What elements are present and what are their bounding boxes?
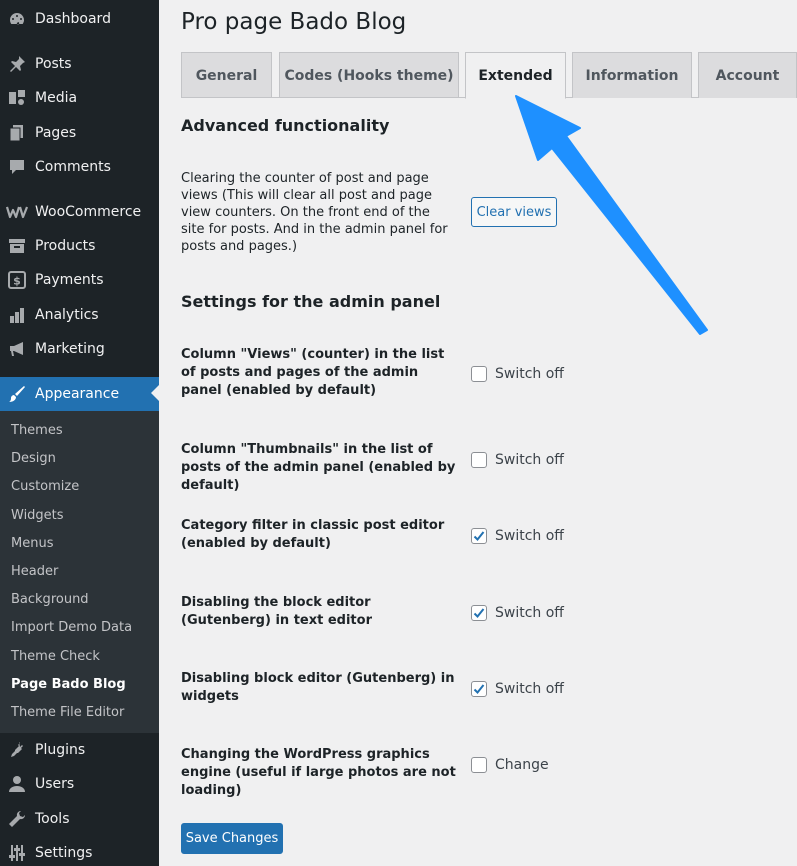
menu-item-marketing[interactable]: Marketing: [0, 332, 159, 366]
menu-item-label: Posts: [35, 56, 72, 72]
sliders-icon: [8, 844, 26, 862]
checkmark-icon: [473, 684, 485, 694]
bar-chart-icon: [8, 306, 26, 324]
option-thumbnails-column[interactable]: Switch off: [471, 451, 564, 469]
tab-codes[interactable]: Codes (Hooks theme): [279, 52, 459, 98]
pages-icon: [8, 124, 26, 142]
option-gutenberg-widgets[interactable]: Switch off: [471, 680, 564, 698]
checkbox-label: Switch off: [495, 528, 564, 544]
menu-item-label: Settings: [35, 845, 93, 861]
checkbox-label: Switch off: [495, 681, 564, 697]
checkbox[interactable]: [471, 681, 487, 697]
menu-item-payments[interactable]: $ Payments: [0, 263, 159, 297]
menu-item-pages[interactable]: Pages: [0, 116, 159, 150]
menu-item-label: Dashboard: [35, 11, 111, 27]
checkbox[interactable]: [471, 366, 487, 382]
option-label-gutenberg-text: Disabling the block editor (Gutenberg) i…: [181, 595, 372, 628]
menu-item-plugins[interactable]: Plugins: [0, 733, 159, 767]
option-category-filter[interactable]: Switch off: [471, 527, 564, 545]
submenu-item-customize[interactable]: Customize: [11, 478, 79, 496]
menu-item-label: Tools: [35, 811, 70, 827]
wrench-icon: [8, 810, 26, 828]
menu-item-analytics[interactable]: Analytics: [0, 298, 159, 332]
menu-item-label: Payments: [35, 272, 104, 288]
dashboard-icon: [8, 10, 26, 28]
menu-item-label: Products: [35, 238, 96, 254]
submenu-item-themes[interactable]: Themes: [11, 422, 63, 440]
menu-item-label: Comments: [35, 159, 111, 175]
woocommerce-icon: [6, 203, 28, 221]
menu-item-settings[interactable]: Settings: [0, 836, 159, 866]
checkbox-label: Change: [495, 757, 549, 773]
plug-icon: [8, 741, 26, 759]
option-gutenberg-text[interactable]: Switch off: [471, 604, 564, 622]
menu-item-label: Analytics: [35, 307, 99, 323]
submenu-item-background[interactable]: Background: [11, 591, 89, 609]
menu-item-users[interactable]: Users: [0, 767, 159, 801]
media-icon: [8, 89, 26, 107]
paintbrush-icon: [8, 385, 26, 403]
checkbox-label: Switch off: [495, 605, 564, 621]
submenu-item-import-demo-data[interactable]: Import Demo Data: [11, 619, 132, 637]
appearance-submenu: Themes Design Customize Widgets Menus He…: [0, 411, 159, 733]
user-icon: [8, 775, 26, 793]
svg-text:$: $: [13, 275, 21, 288]
option-label-graphics-engine: Changing the WordPress graphics engine (…: [181, 747, 456, 798]
submenu-item-widgets[interactable]: Widgets: [11, 507, 64, 525]
page-title: Pro page Bado Blog: [181, 9, 407, 35]
menu-item-posts[interactable]: Posts: [0, 47, 159, 81]
option-graphics-engine[interactable]: Change: [471, 756, 549, 774]
menu-item-label: Marketing: [35, 341, 105, 357]
menu-item-label: Appearance: [35, 386, 120, 402]
submenu-item-menus[interactable]: Menus: [11, 535, 53, 553]
menu-item-dashboard[interactable]: Dashboard: [0, 2, 159, 36]
menu-item-label: Pages: [35, 125, 77, 141]
admin-sidebar: Dashboard Posts Media Pages Comments Woo…: [0, 0, 159, 866]
tab-general[interactable]: General: [181, 52, 272, 98]
pointer-arrow-icon: [515, 95, 708, 335]
menu-item-label: Plugins: [35, 742, 86, 758]
menu-item-comments[interactable]: Comments: [0, 150, 159, 184]
option-label-gutenberg-widgets: Disabling block editor (Gutenberg) in wi…: [181, 671, 455, 704]
checkbox[interactable]: [471, 528, 487, 544]
menu-item-label: Media: [35, 90, 78, 106]
dollar-icon: $: [8, 271, 26, 289]
checkbox[interactable]: [471, 757, 487, 773]
menu-item-media[interactable]: Media: [0, 81, 159, 115]
submenu-item-header[interactable]: Header: [11, 563, 58, 581]
clear-views-description: Clearing the counter of post and page vi…: [181, 171, 448, 254]
submenu-item-theme-check[interactable]: Theme Check: [11, 648, 100, 666]
checkmark-icon: [473, 608, 485, 618]
checkbox-label: Switch off: [495, 452, 564, 468]
archive-icon: [8, 237, 26, 255]
option-label-category-filter: Category filter in classic post editor (…: [181, 518, 445, 551]
menu-item-label: WooCommerce: [35, 204, 142, 220]
comments-icon: [8, 158, 26, 176]
menu-item-tools[interactable]: Tools: [0, 802, 159, 836]
checkbox[interactable]: [471, 605, 487, 621]
menu-item-appearance[interactable]: Appearance: [0, 377, 159, 411]
section-title-admin: Settings for the admin panel: [181, 292, 441, 311]
submenu-item-design[interactable]: Design: [11, 450, 56, 468]
menu-item-label: Users: [35, 776, 75, 792]
checkbox[interactable]: [471, 452, 487, 468]
option-label-views-column: Column "Views" (counter) in the list of …: [181, 347, 445, 398]
section-title-advanced: Advanced functionality: [181, 116, 390, 135]
submenu-item-page-bado-blog[interactable]: Page Bado Blog: [11, 676, 126, 694]
save-changes-button[interactable]: Save Changes: [181, 823, 283, 854]
checkbox-label: Switch off: [495, 366, 564, 382]
submenu-item-theme-file-editor[interactable]: Theme File Editor: [11, 704, 124, 722]
pin-icon: [8, 55, 26, 73]
menu-item-woocommerce[interactable]: WooCommerce: [0, 195, 159, 229]
option-views-column[interactable]: Switch off: [471, 365, 564, 383]
megaphone-icon: [8, 340, 26, 358]
menu-item-products[interactable]: Products: [0, 229, 159, 263]
option-label-thumbnails-column: Column "Thumbnails" in the list of posts…: [181, 442, 456, 493]
checkmark-icon: [473, 531, 485, 541]
